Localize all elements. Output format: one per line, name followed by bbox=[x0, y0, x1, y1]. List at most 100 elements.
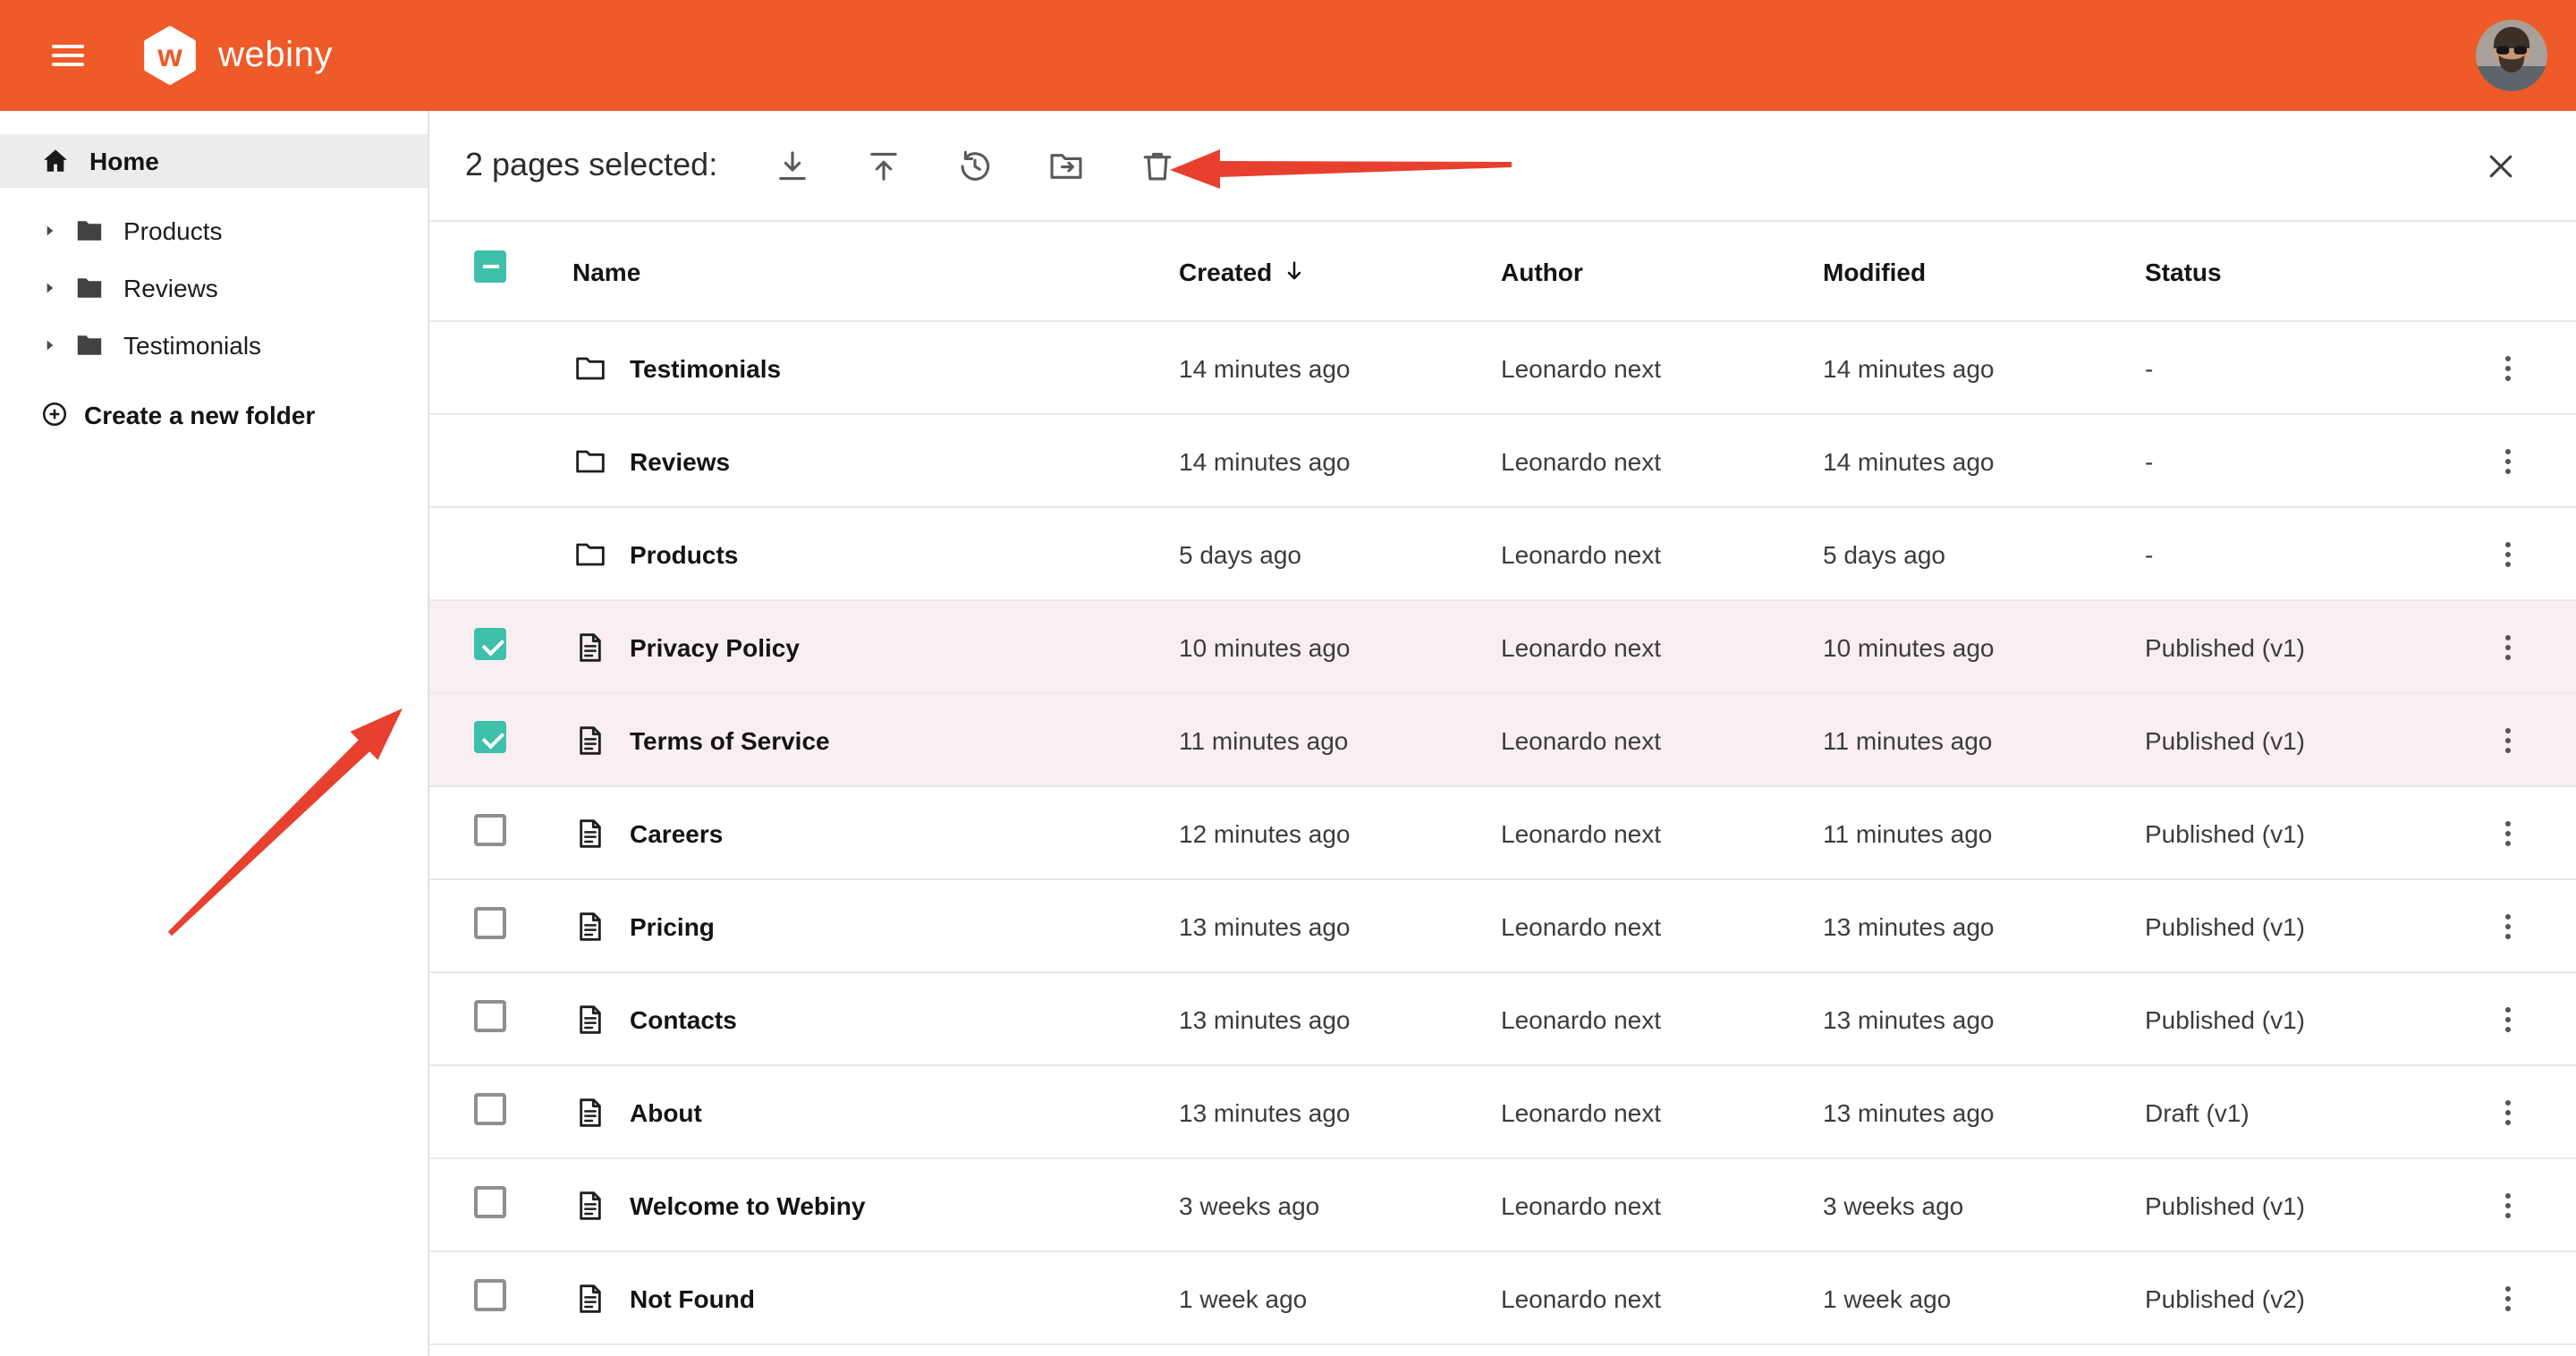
row-modified: 5 days ago bbox=[1823, 539, 2145, 568]
column-header-name[interactable]: Name bbox=[530, 257, 1179, 285]
row-modified: 3 weeks ago bbox=[1823, 1191, 2145, 1219]
table-row[interactable]: Terms of Service 11 minutes ago Leonardo… bbox=[429, 694, 2576, 787]
document-icon bbox=[572, 908, 608, 944]
row-type-icon bbox=[572, 629, 608, 665]
table-row[interactable]: Contacts 13 minutes ago Leonardo next 13… bbox=[429, 973, 2576, 1066]
row-menu-button[interactable] bbox=[2479, 1083, 2537, 1140]
folder-icon bbox=[572, 443, 608, 479]
row-author: Leonardo next bbox=[1501, 1191, 1823, 1219]
table-row[interactable]: Careers 12 minutes ago Leonardo next 11 … bbox=[429, 787, 2576, 880]
document-icon bbox=[572, 629, 608, 665]
row-checkbox[interactable] bbox=[474, 1093, 506, 1125]
row-modified: 1 week ago bbox=[1823, 1284, 2145, 1312]
table-row[interactable]: About 13 minutes ago Leonardo next 13 mi… bbox=[429, 1066, 2576, 1159]
row-type-icon bbox=[572, 1187, 608, 1223]
close-selection-button[interactable] bbox=[2465, 130, 2537, 201]
row-modified: 13 minutes ago bbox=[1823, 1004, 2145, 1033]
row-created: 14 minutes ago bbox=[1179, 353, 1501, 382]
table-row[interactable]: Testimonials 14 minutes ago Leonardo nex… bbox=[429, 322, 2576, 415]
row-status: - bbox=[2145, 446, 2469, 475]
table-row[interactable]: Reviews 14 minutes ago Leonardo next 14 … bbox=[429, 415, 2576, 508]
row-checkbox[interactable] bbox=[474, 1000, 506, 1032]
trash-icon bbox=[1138, 146, 1177, 185]
row-checkbox[interactable] bbox=[474, 907, 506, 939]
row-status: Published (v1) bbox=[2145, 1191, 2469, 1219]
row-author: Leonardo next bbox=[1501, 353, 1823, 382]
row-menu-button[interactable] bbox=[2479, 990, 2537, 1047]
row-name: Terms of Service bbox=[630, 725, 830, 754]
delete-button[interactable] bbox=[1122, 130, 1193, 201]
row-name: Careers bbox=[630, 818, 723, 847]
sidebar-folder-testimonials[interactable]: Testimonials bbox=[0, 317, 428, 374]
row-status: Published (v1) bbox=[2145, 818, 2469, 847]
kebab-menu-icon bbox=[2490, 722, 2526, 758]
column-header-author[interactable]: Author bbox=[1501, 257, 1823, 285]
column-header-status[interactable]: Status bbox=[2145, 257, 2469, 285]
move-to-folder-icon bbox=[1046, 146, 1086, 185]
row-checkbox[interactable] bbox=[474, 721, 506, 753]
kebab-menu-icon bbox=[2490, 443, 2526, 479]
table-row[interactable]: Welcome to Webiny 3 weeks ago Leonardo n… bbox=[429, 1159, 2576, 1252]
column-header-created[interactable]: Created bbox=[1179, 257, 1501, 285]
expand-caret-icon[interactable] bbox=[39, 279, 61, 297]
export-button[interactable] bbox=[848, 130, 919, 201]
app-screen: w webiny bbox=[0, 0, 2576, 1356]
menu-button[interactable] bbox=[43, 30, 93, 81]
row-checkbox[interactable] bbox=[474, 628, 506, 660]
plus-circle-icon bbox=[39, 399, 70, 429]
row-checkbox[interactable] bbox=[474, 1186, 506, 1218]
table-row[interactable]: Not Found 1 week ago Leonardo next 1 wee… bbox=[429, 1252, 2576, 1345]
kebab-menu-icon bbox=[2490, 815, 2526, 851]
row-menu-button[interactable] bbox=[2479, 804, 2537, 861]
row-type-icon bbox=[572, 722, 608, 758]
row-status: Published (v1) bbox=[2145, 1004, 2469, 1033]
row-created: 13 minutes ago bbox=[1179, 1004, 1501, 1033]
row-menu-button[interactable] bbox=[2479, 618, 2537, 675]
row-menu-button[interactable] bbox=[2479, 432, 2537, 489]
row-checkbox[interactable] bbox=[474, 814, 506, 846]
row-created: 13 minutes ago bbox=[1179, 911, 1501, 940]
restore-button[interactable] bbox=[939, 130, 1011, 201]
row-checkbox[interactable] bbox=[474, 1279, 506, 1311]
create-folder-button[interactable]: Create a new folder bbox=[0, 399, 428, 429]
row-status: - bbox=[2145, 539, 2469, 568]
kebab-menu-icon bbox=[2490, 1001, 2526, 1037]
table-row[interactable]: Pricing 13 minutes ago Leonardo next 13 … bbox=[429, 880, 2576, 973]
row-menu-button[interactable] bbox=[2479, 711, 2537, 768]
move-to-folder-button[interactable] bbox=[1030, 130, 1102, 201]
webiny-logo[interactable]: w bbox=[140, 25, 200, 86]
sidebar-folder-products[interactable]: Products bbox=[0, 202, 428, 259]
row-author: Leonardo next bbox=[1501, 446, 1823, 475]
user-avatar[interactable] bbox=[2476, 20, 2547, 91]
restore-icon bbox=[955, 146, 995, 185]
document-icon bbox=[572, 722, 608, 758]
row-name: Welcome to Webiny bbox=[630, 1191, 865, 1219]
row-author: Leonardo next bbox=[1501, 818, 1823, 847]
expand-caret-icon[interactable] bbox=[39, 336, 61, 354]
row-name: About bbox=[630, 1098, 702, 1126]
column-header-modified[interactable]: Modified bbox=[1823, 257, 2145, 285]
row-name: Products bbox=[630, 539, 738, 568]
row-menu-button[interactable] bbox=[2479, 1176, 2537, 1233]
table-row[interactable]: Products 5 days ago Leonardo next 5 days… bbox=[429, 508, 2576, 601]
kebab-menu-icon bbox=[2490, 908, 2526, 944]
sidebar-item-home[interactable]: Home bbox=[0, 134, 428, 188]
row-type-icon bbox=[572, 1094, 608, 1130]
row-modified: 13 minutes ago bbox=[1823, 1098, 2145, 1126]
row-menu-button[interactable] bbox=[2479, 339, 2537, 396]
sidebar-folder-reviews[interactable]: Reviews bbox=[0, 259, 428, 317]
document-icon bbox=[572, 1280, 608, 1316]
row-menu-button[interactable] bbox=[2479, 1269, 2537, 1326]
expand-caret-icon[interactable] bbox=[39, 222, 61, 240]
select-all-checkbox[interactable] bbox=[474, 250, 506, 283]
row-created: 14 minutes ago bbox=[1179, 446, 1501, 475]
sidebar: Home Products Reviews Testimonials bbox=[0, 111, 429, 1356]
row-menu-button[interactable] bbox=[2479, 525, 2537, 582]
home-label: Home bbox=[89, 147, 159, 175]
table-row[interactable]: Privacy Policy 10 minutes ago Leonardo n… bbox=[429, 601, 2576, 694]
download-button[interactable] bbox=[757, 130, 828, 201]
row-menu-button[interactable] bbox=[2479, 897, 2537, 954]
row-modified: 13 minutes ago bbox=[1823, 911, 2145, 940]
row-created: 11 minutes ago bbox=[1179, 725, 1501, 754]
row-modified: 11 minutes ago bbox=[1823, 725, 2145, 754]
